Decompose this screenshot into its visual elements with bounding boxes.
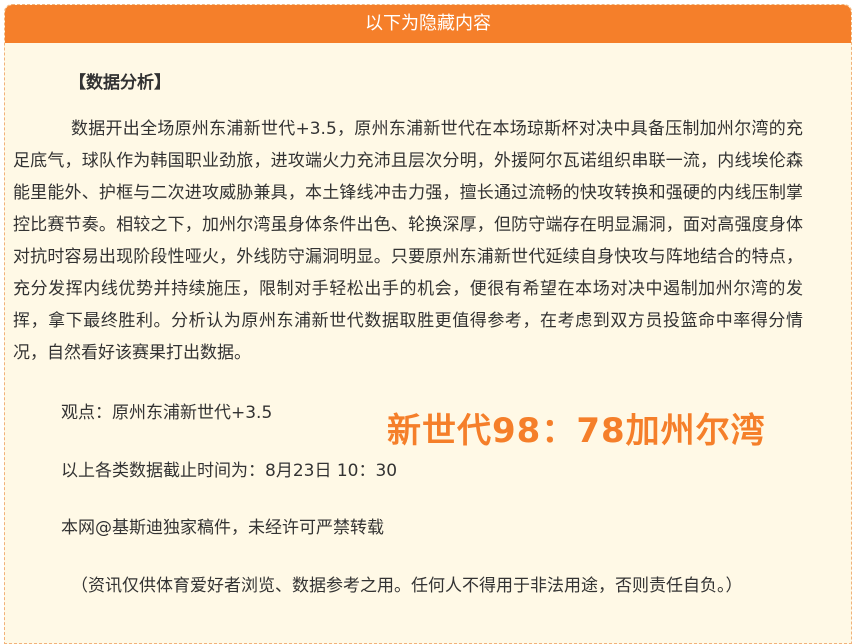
- hidden-content-panel: 以下为隐藏内容 【数据分析】 数据开出全场原州东浦新世代+3.5，原州东浦新世代…: [4, 4, 852, 644]
- disclaimer-line: （资讯仅供体育爱好者浏览、数据参考之用。任何人不得用于非法用途，否则责任自负。）: [71, 576, 743, 596]
- predicted-score: 新世代98：78加州尔湾: [387, 411, 766, 451]
- copyright-line: 本网@基斯迪独家稿件，未经许可严禁转载: [61, 518, 384, 538]
- deadline-line: 以上各类数据截止时间为：8月23日 10：30: [61, 461, 398, 481]
- panel-content: 【数据分析】 数据开出全场原州东浦新世代+3.5，原州东浦新世代在本场琼斯杯对决…: [5, 71, 851, 598]
- section-title: 【数据分析】: [69, 73, 171, 93]
- panel-header: 以下为隐藏内容: [5, 5, 851, 43]
- analysis-paragraph: 数据开出全场原州东浦新世代+3.5，原州东浦新世代在本场琼斯杯对决中具备压制加州…: [13, 119, 803, 363]
